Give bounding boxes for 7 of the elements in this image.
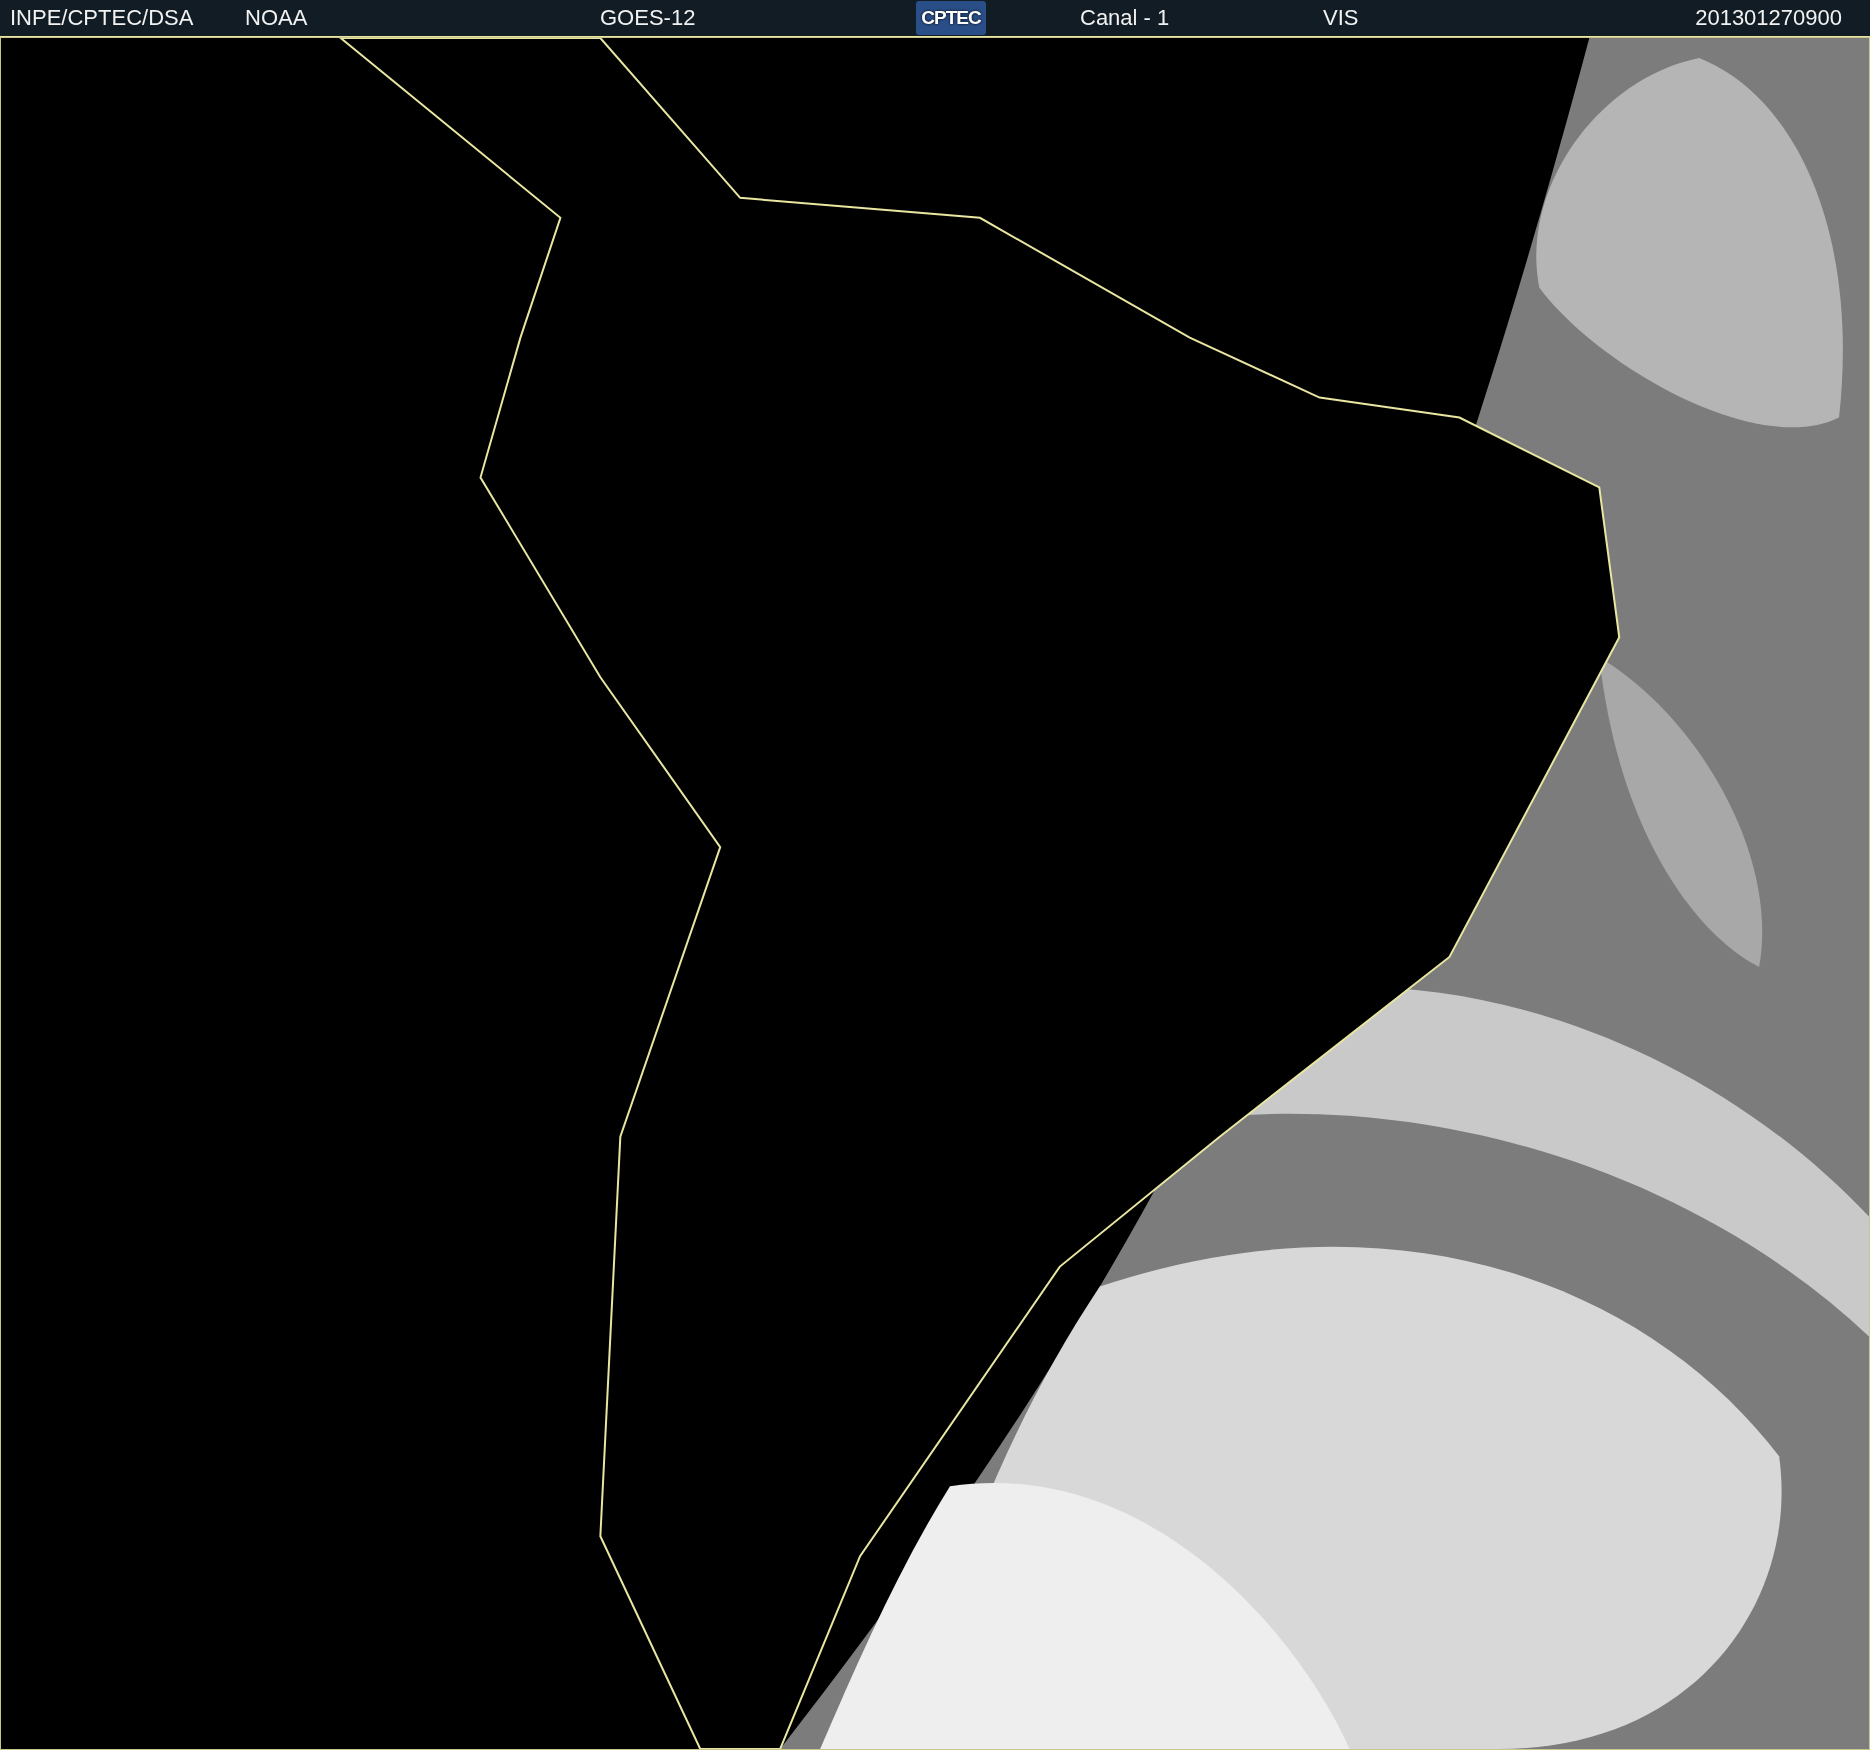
header-label: NOAA bbox=[245, 5, 309, 31]
header-label: 201301270900 bbox=[1695, 5, 1842, 31]
header-label: VIS bbox=[1323, 5, 1360, 31]
header-label: Canal - 1 bbox=[1080, 5, 1171, 31]
header-label: INPE/CPTEC/DSA bbox=[10, 5, 195, 31]
logo: CPTEC bbox=[916, 1, 986, 35]
header-label: GOES-12 bbox=[600, 5, 697, 31]
